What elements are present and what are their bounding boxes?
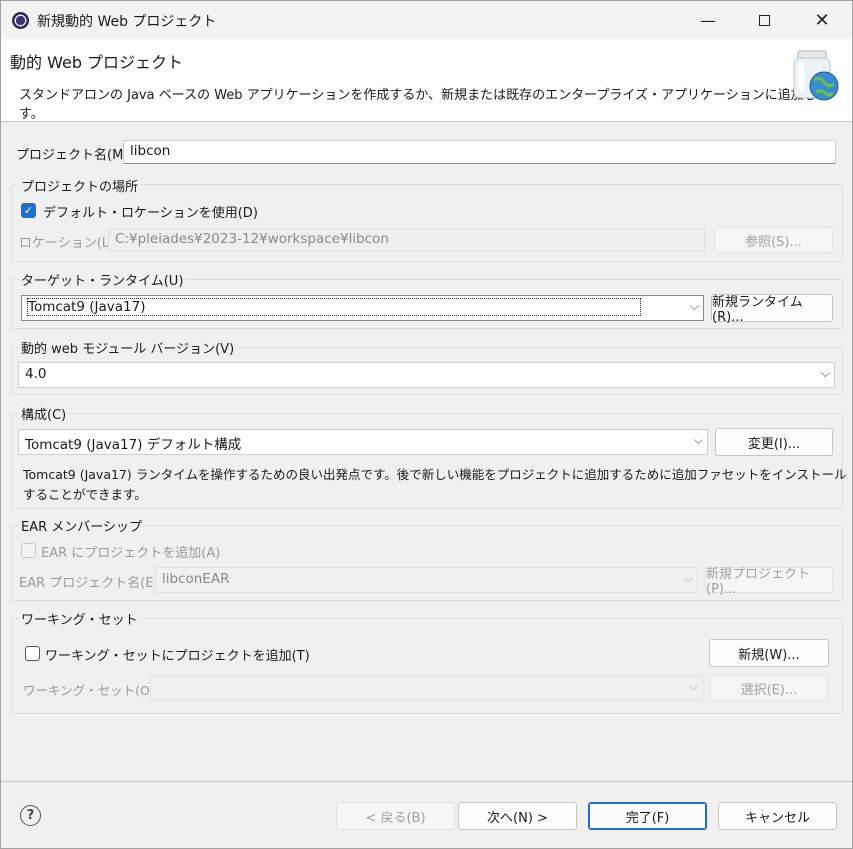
help-icon[interactable]: ?: [20, 805, 41, 826]
working-set-select[interactable]: ⌵: [150, 675, 703, 701]
module-version-value: 4.0: [25, 366, 47, 382]
add-to-ear-checkbox[interactable]: [21, 543, 36, 558]
default-location-label: デフォルト・ロケーションを使用(D): [43, 206, 258, 221]
finish-button[interactable]: 完了(F): [588, 802, 707, 830]
module-version-select[interactable]: 4.0 ⌵: [18, 362, 835, 388]
location-label: ロケーション(L):: [19, 236, 119, 251]
configuration-description-line1: Tomcat9 (Java17) ランタイムを操作するための良い出発点です。後で…: [23, 467, 847, 482]
new-runtime-button[interactable]: 新規ランタイム(R)...: [711, 294, 833, 325]
ear-membership-group-label: EAR メンバーシップ: [19, 516, 145, 535]
window-title: 新規動的 Web プロジェクト: [37, 14, 217, 30]
ear-project-name-label: EAR プロジェクト名(E):: [19, 576, 164, 591]
modify-configuration-button[interactable]: 変更(I)...: [715, 428, 833, 456]
banner-description: スタンドアロンの Java ベースの Web アプリケーションを作成するか、新規…: [19, 88, 830, 122]
maximize-icon: [758, 14, 770, 26]
configuration-value: Tomcat9 (Java17) デフォルト構成: [25, 437, 242, 453]
project-name-input[interactable]: libcon: [123, 140, 836, 164]
next-button[interactable]: 次へ(N) >: [458, 802, 577, 830]
ear-project-name-value: libconEAR: [162, 571, 230, 587]
module-version-group-label: 動的 web モジュール バージョン(V): [19, 338, 237, 357]
maximize-button[interactable]: [735, 1, 793, 39]
chevron-down-icon: ⌵: [820, 366, 830, 380]
add-to-working-set-checkbox[interactable]: [25, 646, 40, 661]
eclipse-icon: [12, 12, 29, 29]
target-runtime-group-label: ターゲット・ランタイム(U): [19, 270, 186, 289]
minimize-button[interactable]: —: [679, 1, 737, 39]
chevron-down-icon: ⌵: [688, 679, 698, 693]
new-ear-project-button[interactable]: 新規プロジェクト(P)...: [705, 567, 833, 597]
target-runtime-select[interactable]: Tomcat9 (Java17) ⌵: [21, 295, 704, 321]
project-name-label: プロジェクト名(M):: [16, 148, 133, 163]
ear-project-name-select[interactable]: libconEAR ⌵: [155, 567, 698, 593]
chevron-down-icon: ⌵: [693, 433, 703, 447]
chevron-down-icon: ⌵: [689, 299, 699, 313]
configuration-select[interactable]: Tomcat9 (Java17) デフォルト構成 ⌵: [18, 429, 708, 455]
location-input[interactable]: C:¥pleiades¥2023-12¥workspace¥libcon: [108, 228, 705, 252]
new-dynamic-web-project-dialog: 新規動的 Web プロジェクト — ✕ 動的 Web プロジェクト スタンドアロ…: [0, 0, 853, 849]
working-set-label: ワーキング・セット(O):: [23, 683, 159, 698]
banner-title: 動的 Web プロジェクト: [10, 53, 184, 72]
header-banner: 動的 Web プロジェクト スタンドアロンの Java ベースの Web アプリ…: [1, 39, 852, 122]
back-button[interactable]: < 戻る(B): [336, 802, 455, 830]
browse-button[interactable]: 参照(S)...: [714, 227, 833, 253]
configuration-description-line2: することができます。: [23, 487, 147, 502]
close-icon: ✕: [814, 9, 830, 31]
project-location-group-label: プロジェクトの場所: [19, 176, 141, 195]
web-project-jar-globe-icon: [793, 50, 839, 101]
close-button[interactable]: ✕: [793, 1, 851, 39]
select-working-set-button[interactable]: 選択(E)...: [710, 675, 828, 701]
chevron-down-icon: ⌵: [683, 571, 693, 585]
working-set-group-label: ワーキング・セット: [19, 609, 140, 628]
new-working-set-button[interactable]: 新規(W)...: [709, 639, 829, 667]
target-runtime-value: Tomcat9 (Java17): [26, 298, 642, 316]
title-bar[interactable]: 新規動的 Web プロジェクト — ✕: [1, 1, 852, 39]
dialog-footer: ? < 戻る(B) 次へ(N) > 完了(F) キャンセル: [1, 781, 852, 848]
cancel-button[interactable]: キャンセル: [718, 802, 837, 830]
add-to-ear-label: EAR にプロジェクトを追加(A): [41, 546, 221, 561]
add-to-working-set-label: ワーキング・セットにプロジェクトを追加(T): [45, 649, 310, 664]
configuration-group-label: 構成(C): [19, 404, 69, 423]
default-location-checkbox[interactable]: ✓: [21, 203, 36, 218]
minimize-icon: —: [700, 10, 716, 30]
